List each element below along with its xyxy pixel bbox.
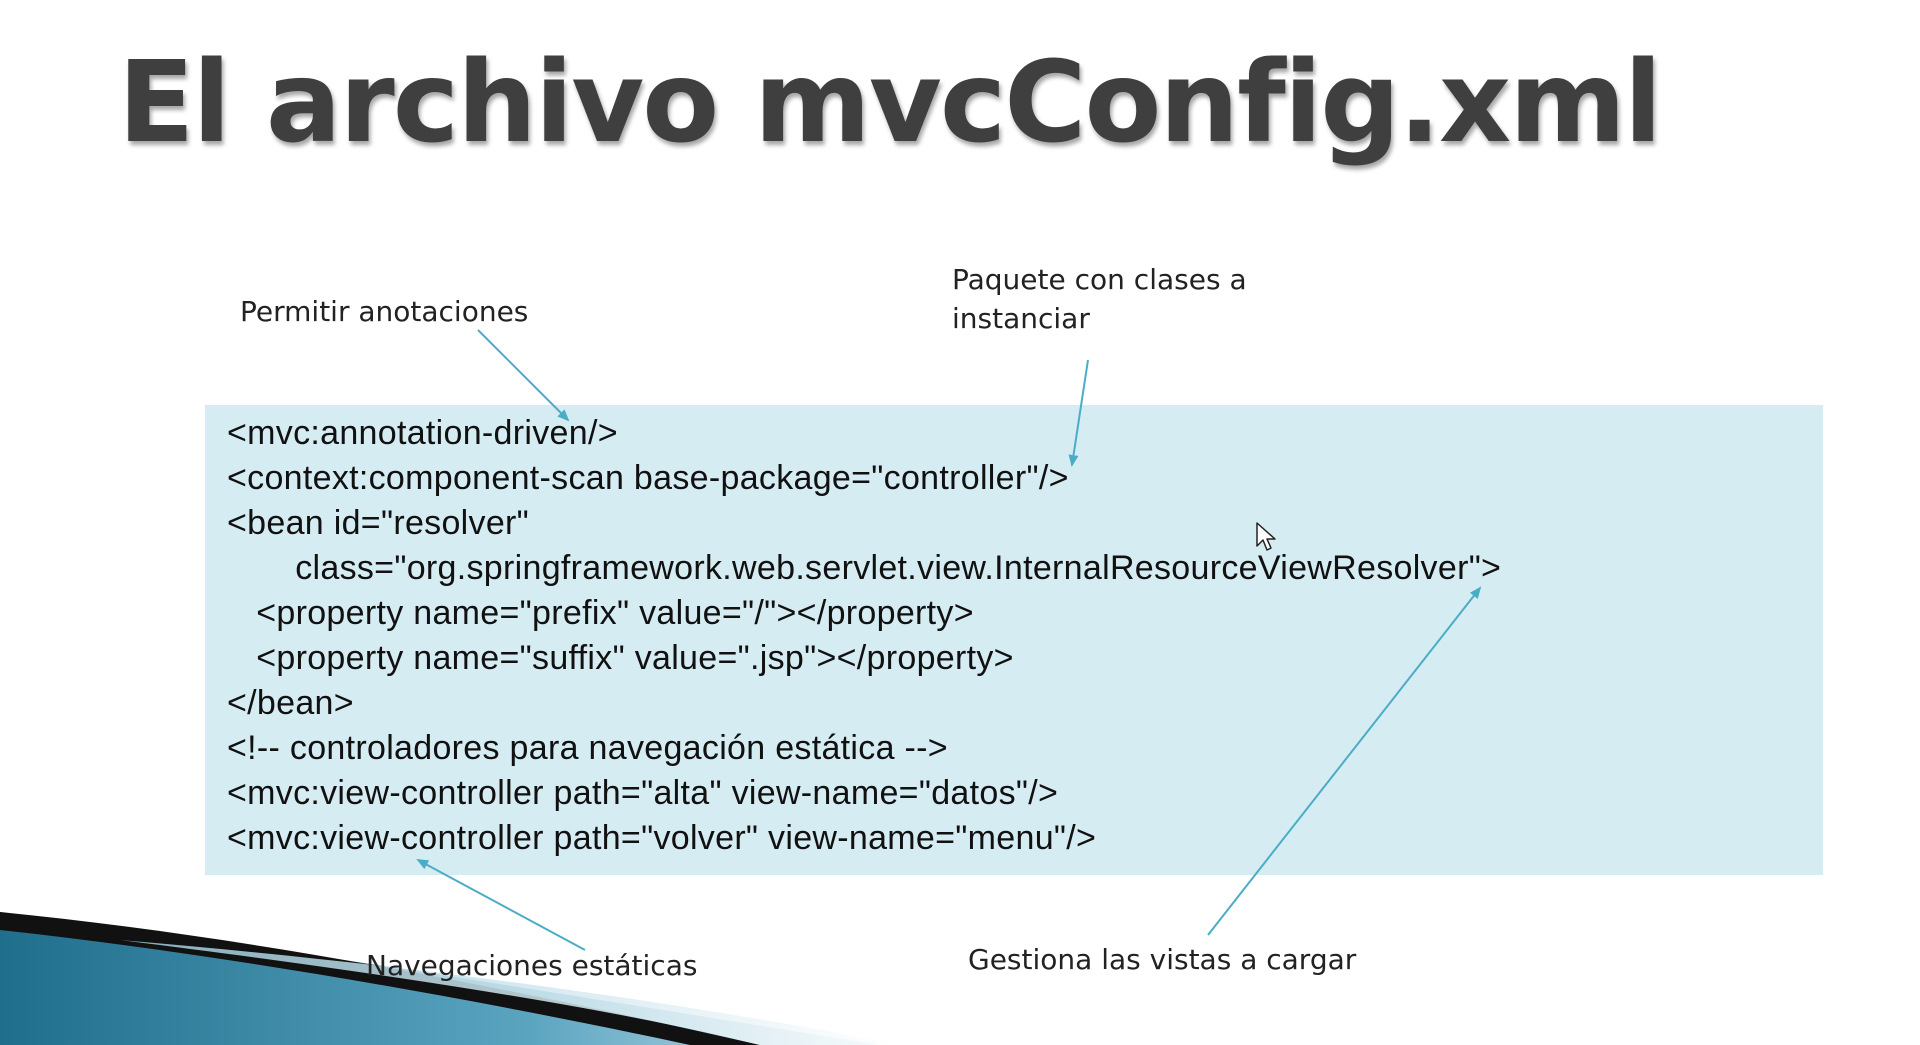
code-line-component-scan: <context:component-scan base-package="co… <box>227 459 1069 497</box>
code-lines: <mvc:annotation-driven/> <context:compon… <box>227 411 1501 861</box>
annotation-gestiona-vistas: Gestiona las vistas a cargar <box>968 943 1357 976</box>
code-line-property-prefix: <property name="prefix" value="/"></prop… <box>227 594 974 632</box>
code-block: <mvc:annotation-driven/> <context:compon… <box>205 405 1823 875</box>
code-line-view-controller-volver: <mvc:view-controller path="volver" view-… <box>227 819 1097 857</box>
code-line-bean-open: <bean id="resolver" <box>227 504 530 542</box>
annotation-paquete: Paquete con clases a instanciar <box>952 263 1247 335</box>
code-line-property-suffix: <property name="suffix" value=".jsp"></p… <box>227 639 1014 677</box>
slide: El archivo mvcConfig.xml <mvc:annotation… <box>0 0 1920 1045</box>
annotation-navegaciones-estaticas: Navegaciones estáticas <box>366 949 698 982</box>
code-line-bean-class: class="org.springframework.web.servlet.v… <box>227 549 1502 587</box>
annotation-permitir-anotaciones: Permitir anotaciones <box>240 295 529 328</box>
mouse-pointer-icon <box>1256 522 1276 551</box>
slide-title: El archivo mvcConfig.xml <box>118 38 1662 168</box>
code-line-comment: <!-- controladores para navegación estát… <box>227 729 948 767</box>
code-line-bean-close: </bean> <box>227 684 354 722</box>
code-line-view-controller-alta: <mvc:view-controller path="alta" view-na… <box>227 774 1059 812</box>
code-line-annotation-driven: <mvc:annotation-driven/> <box>227 414 618 452</box>
